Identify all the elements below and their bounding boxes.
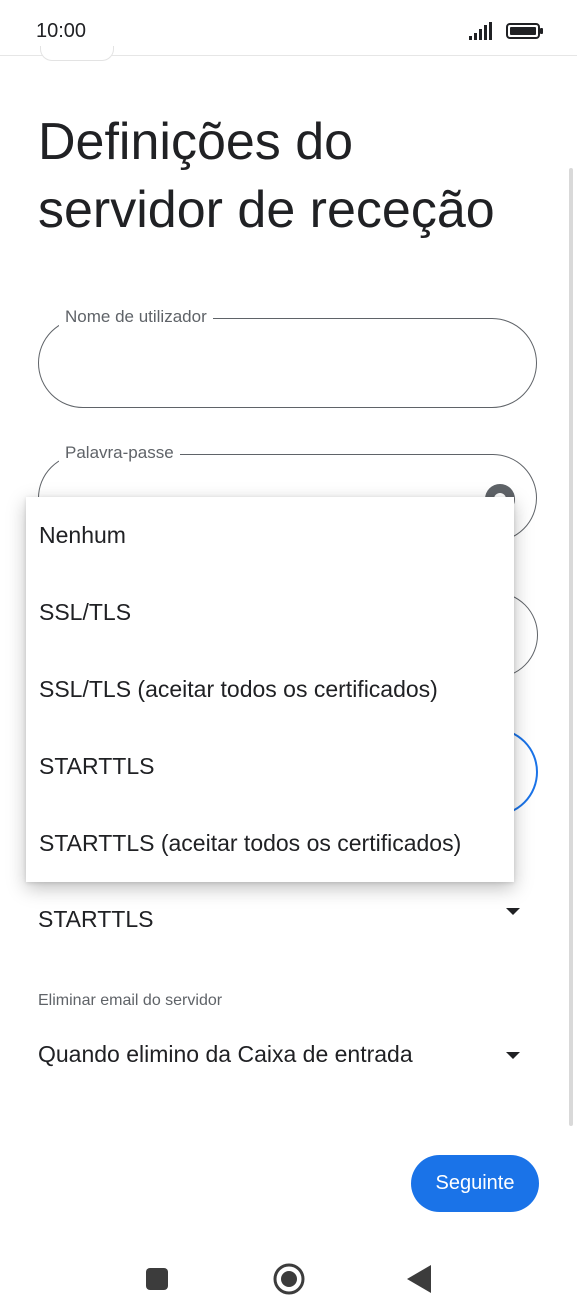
username-label: Nome de utilizador <box>59 307 213 327</box>
security-select-value[interactable]: STARTTLS <box>38 906 153 933</box>
delete-email-dropdown-icon[interactable] <box>506 1052 520 1059</box>
recents-icon[interactable] <box>146 1268 168 1290</box>
status-time: 10:00 <box>36 20 87 42</box>
menu-item-nenhum[interactable]: Nenhum <box>26 497 514 574</box>
menu-item-starttls[interactable]: STARTTLS <box>26 728 514 805</box>
scrollbar[interactable] <box>569 168 573 1126</box>
username-input[interactable] <box>63 345 487 370</box>
menu-item-ssl-tls[interactable]: SSL/TLS <box>26 574 514 651</box>
top-pill <box>40 46 114 61</box>
home-icon[interactable] <box>272 1262 306 1296</box>
signal-icon <box>469 22 492 40</box>
back-icon[interactable] <box>407 1265 431 1293</box>
menu-item-starttls-accept-all[interactable]: STARTTLS (aceitar todos os certificados) <box>26 805 514 882</box>
delete-email-select-value[interactable]: Quando elimino da Caixa de entrada <box>38 1041 413 1068</box>
security-dropdown-icon[interactable] <box>506 908 520 915</box>
password-label: Palavra-passe <box>59 443 180 463</box>
page-title: Definições do servidor de receção <box>38 113 495 239</box>
next-button[interactable]: Seguinte <box>411 1155 539 1212</box>
username-field[interactable]: Nome de utilizador <box>38 307 537 408</box>
security-options-menu: Nenhum SSL/TLS SSL/TLS (aceitar todos os… <box>26 497 514 882</box>
delete-email-label: Eliminar email do servidor <box>38 992 223 1009</box>
battery-icon <box>506 23 543 39</box>
menu-item-ssl-tls-accept-all[interactable]: SSL/TLS (aceitar todos os certificados) <box>26 651 514 728</box>
